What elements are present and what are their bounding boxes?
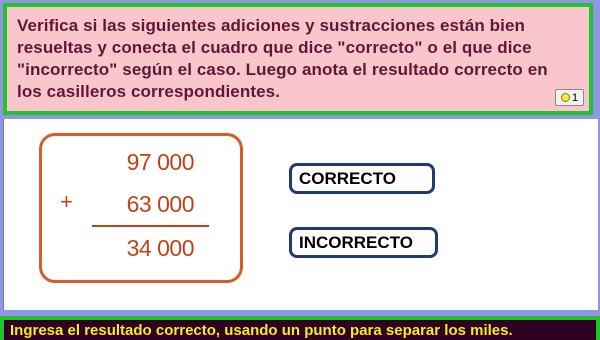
footer-prompt: Ingresa el resultado correcto, usando un… (10, 322, 513, 339)
second-addend: 63 000 (126, 191, 195, 217)
yellow-dot-icon (560, 93, 570, 102)
correct-choice-button[interactable]: CORRECTO (289, 163, 435, 194)
operation-box: 97 000 + 63 000 34 000 (39, 133, 243, 283)
first-addend: 97 000 (126, 149, 195, 175)
operation-result: 34 000 (126, 235, 195, 261)
attempt-counter-value: 1 (571, 91, 579, 104)
instruction-panel: Verifica si las siguientes adiciones y s… (3, 3, 593, 115)
incorrect-choice-button[interactable]: INCORRECTO (289, 227, 438, 258)
attempt-counter-button[interactable]: 1 (555, 89, 584, 106)
plus-sign: + (60, 189, 73, 214)
operation-line (92, 225, 209, 227)
footer-prompt-bar: Ingresa el resultado correcto, usando un… (0, 316, 600, 340)
instruction-text: Verifica si las siguientes adiciones y s… (17, 16, 548, 101)
workspace: 97 000 + 63 000 34 000 CORRECTO INCORREC… (3, 119, 598, 310)
